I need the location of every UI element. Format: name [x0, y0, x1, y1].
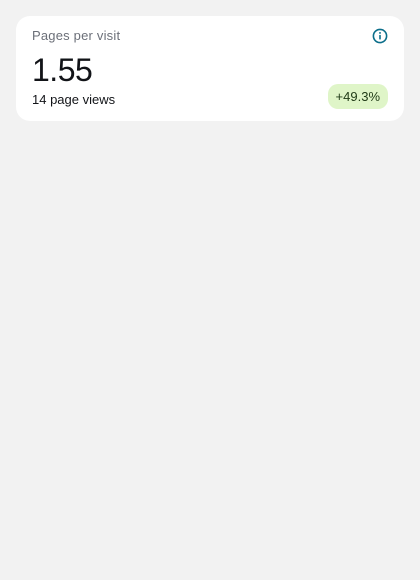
info-button[interactable] [372, 28, 388, 44]
card-title: Pages per visit [32, 28, 121, 43]
change-badge: +49.3% [327, 84, 388, 109]
page-views-count: 14 page views [32, 92, 116, 107]
pages-per-visit-card: Pages per visit 1.55 14 page views +49.3… [16, 16, 404, 121]
info-circle-icon [372, 28, 388, 47]
metric-value: 1.55 [32, 52, 93, 88]
